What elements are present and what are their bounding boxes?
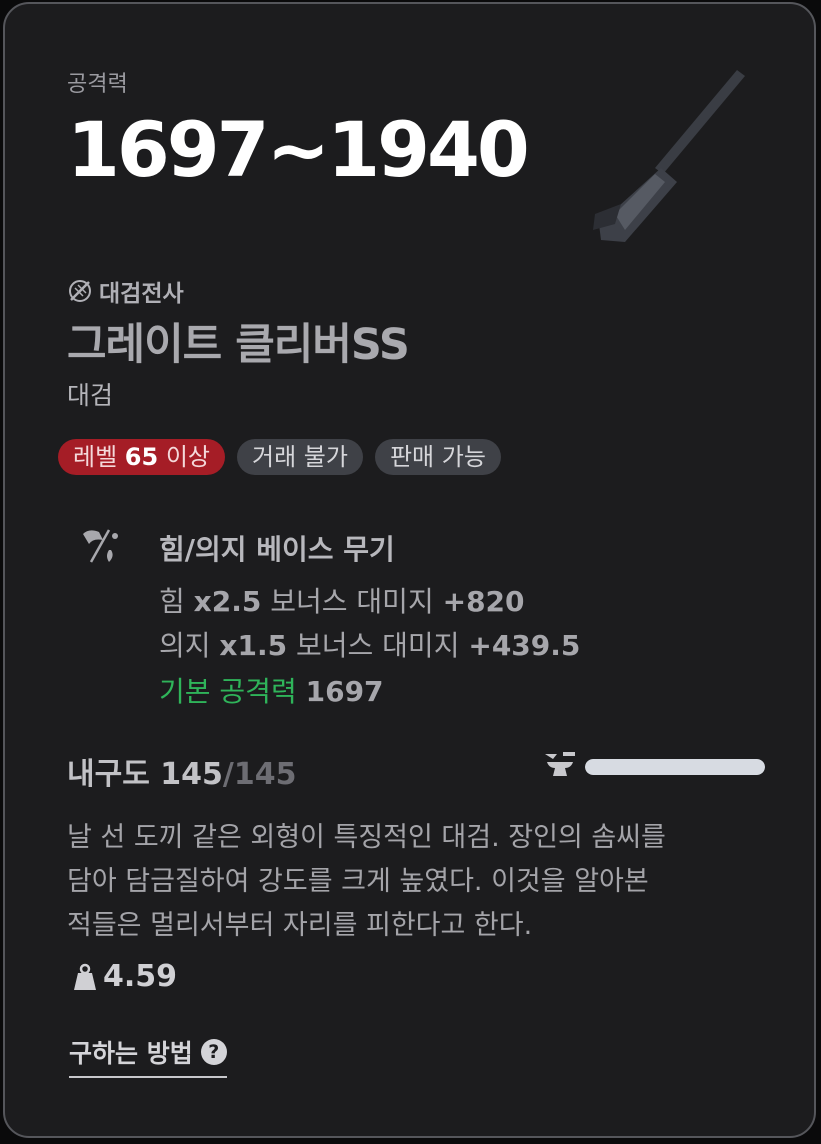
question-circle-icon: ?: [200, 1039, 227, 1065]
sword-slash-icon: [69, 280, 91, 302]
attack-value: 1697~1940: [67, 105, 530, 194]
greatsword-image: [593, 70, 745, 242]
tag-list: 레벨 65 이상 거래 불가 판매 가능: [58, 439, 501, 475]
will-bonus-stat: 의지 x1.5 보너스 대미지 +439.5: [159, 629, 581, 662]
class-name: 대검전사: [99, 281, 184, 307]
item-name: 그레이트 클리버SS: [67, 320, 410, 370]
weight-row: 4.59: [73, 959, 177, 994]
weight-icon: [74, 963, 96, 990]
weight-value: 4.59: [103, 959, 178, 994]
class-row: 대검전사: [67, 274, 184, 308]
how-to-obtain-link[interactable]: 구하는 방법 ?: [69, 1034, 227, 1078]
base-weapon-title: 힘/의지 베이스 무기: [159, 533, 395, 566]
item-type: 대검: [67, 381, 114, 410]
durability-fill: [585, 759, 765, 775]
strength-bonus-stat: 힘 x2.5 보너스 대미지 +820: [159, 585, 525, 618]
how-to-obtain-label: 구하는 방법: [69, 1039, 193, 1068]
base-attack-stat: 기본 공격력 1697: [159, 675, 384, 708]
durability-bar: [585, 759, 765, 775]
item-tooltip-card: 공격력 1697~1940 대검전사 그레이트 클리버SS 대검 레벨 65 이…: [3, 2, 816, 1138]
trade-status-badge: 거래 불가: [237, 439, 363, 475]
item-description: 날 선 도끼 같은 외형이 특징적인 대검. 장인의 솜씨를 담아 담금질하여 …: [67, 822, 666, 941]
level-requirement-badge: 레벨 65 이상: [58, 439, 225, 475]
anvil-icon: [545, 752, 575, 776]
sell-status-badge: 판매 가능: [374, 439, 501, 475]
strength-will-icon: [83, 529, 118, 563]
attack-label: 공격력: [67, 72, 128, 97]
durability-text: 내구도 145/145: [67, 757, 297, 792]
